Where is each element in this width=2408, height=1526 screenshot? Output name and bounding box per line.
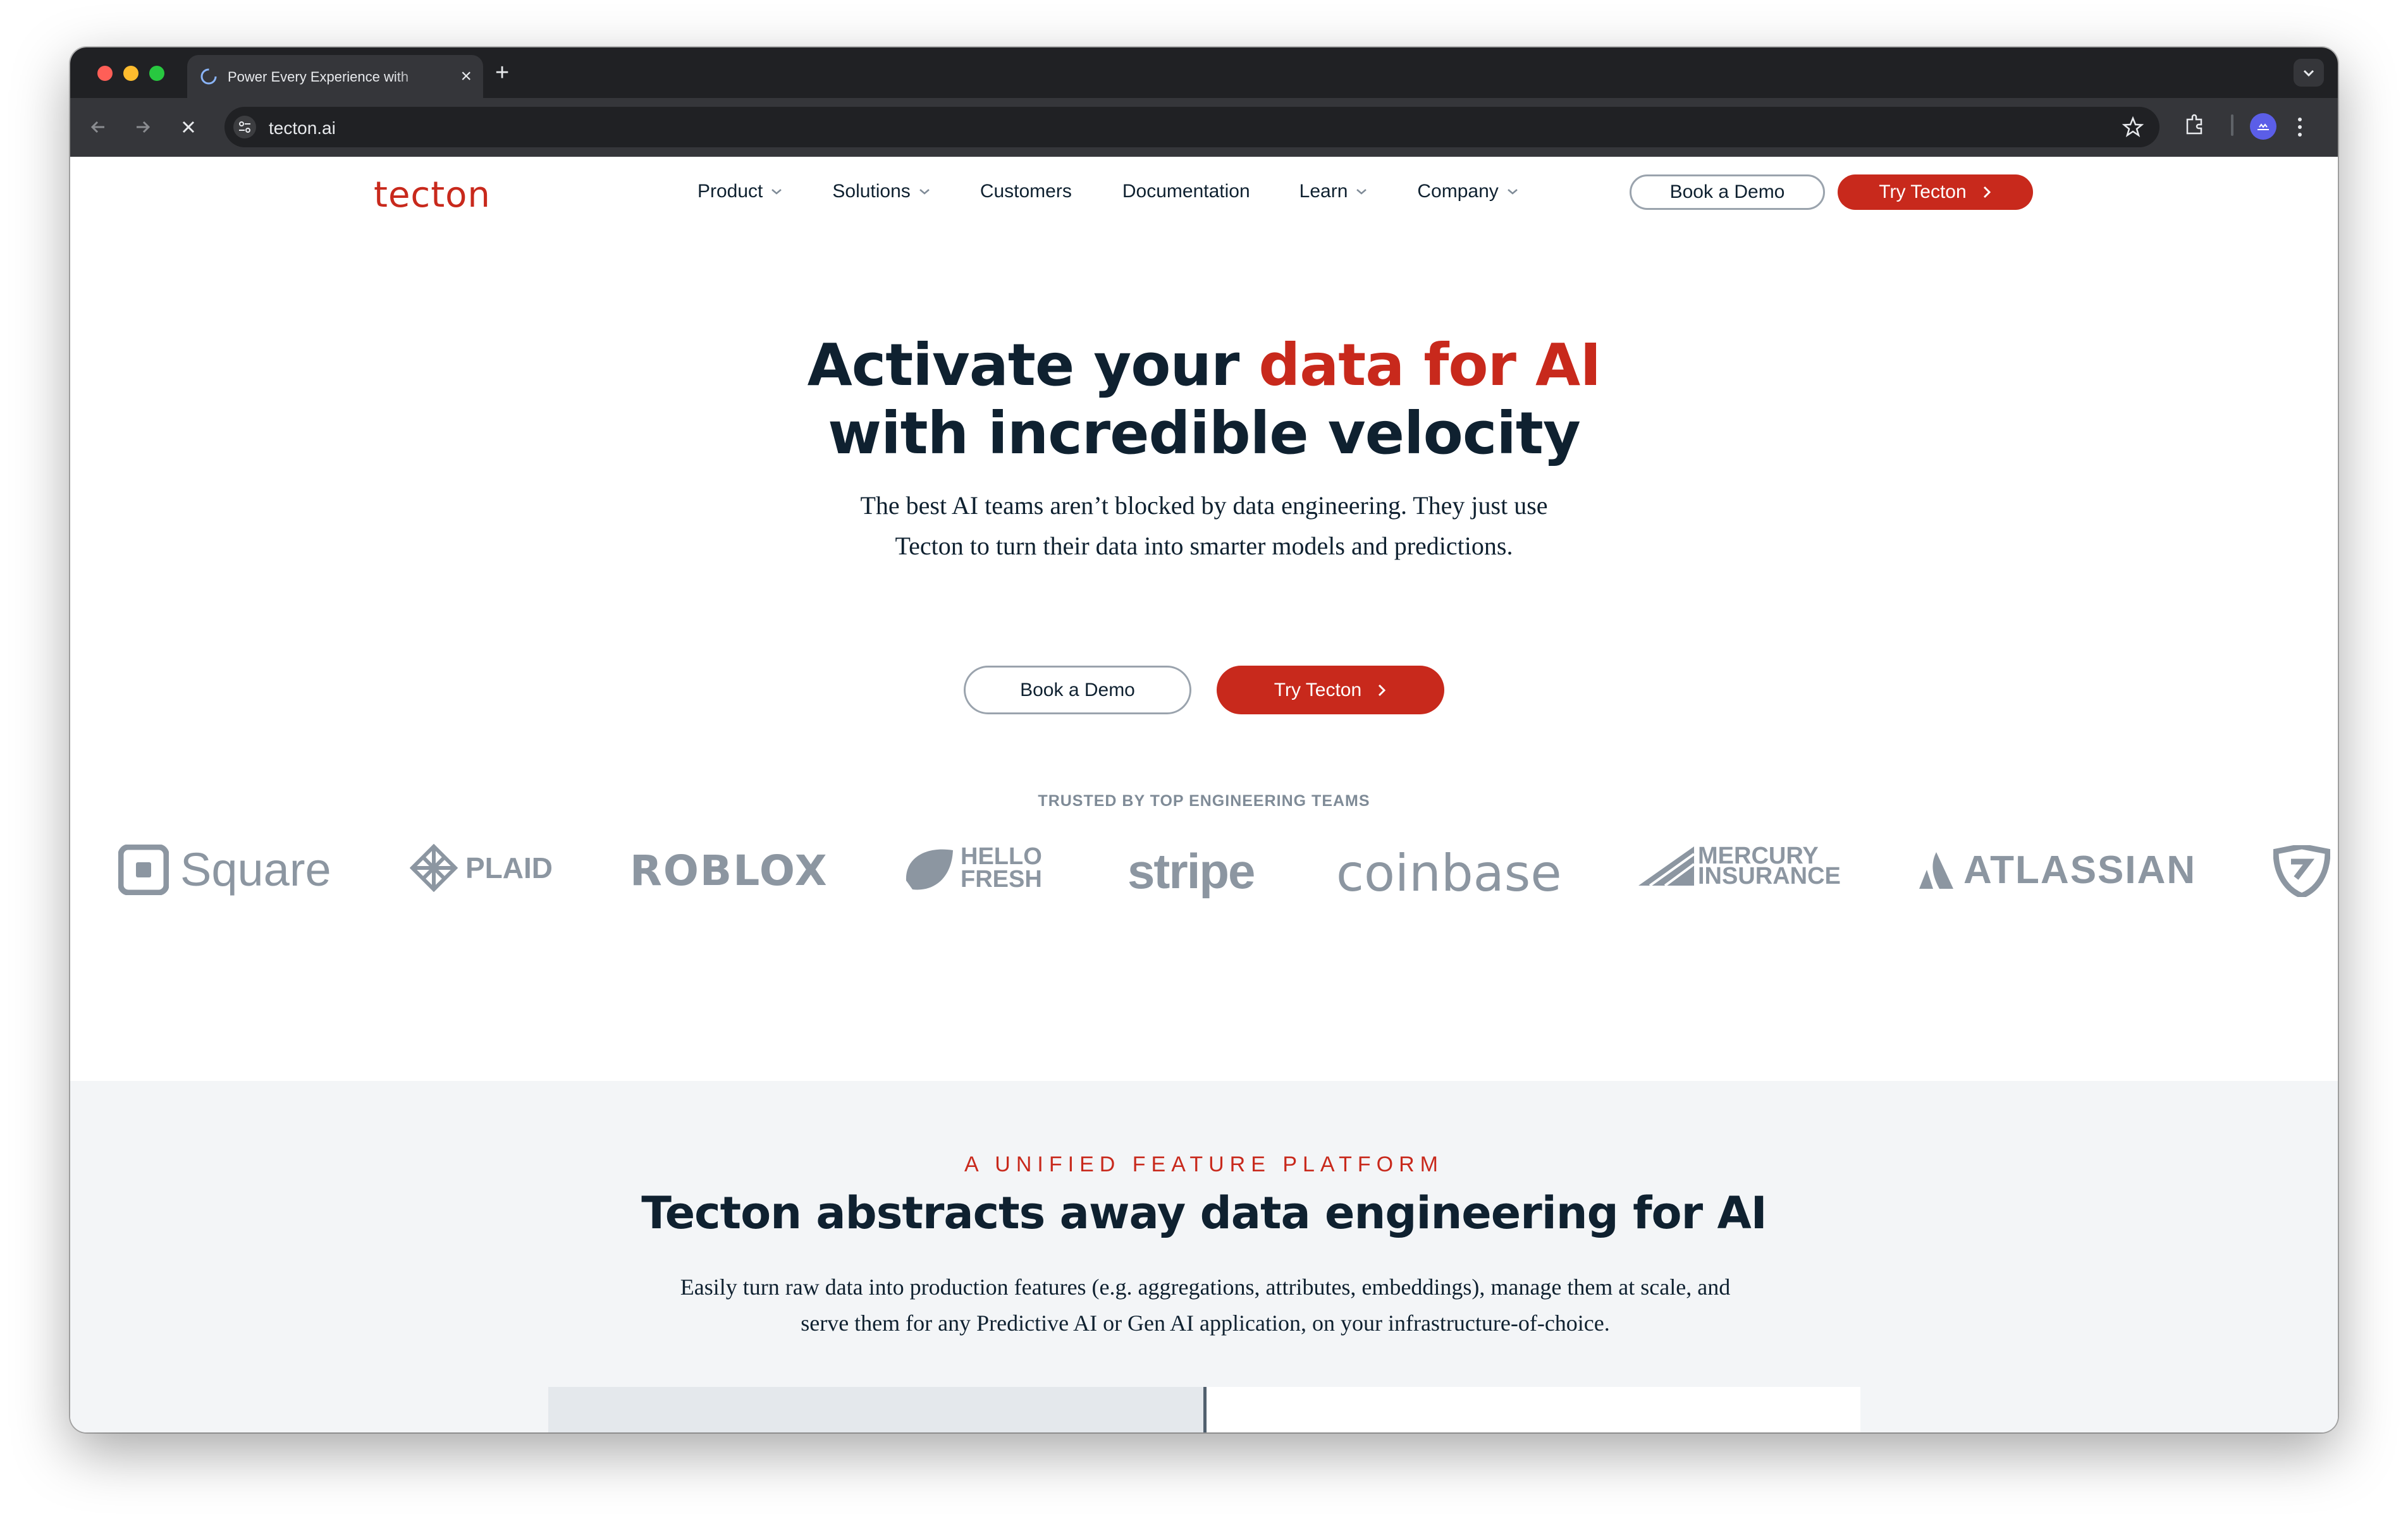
mercury-wing-icon xyxy=(1638,846,1695,887)
address-bar[interactable]: tecton.ai xyxy=(224,107,2159,147)
more-menu-icon[interactable] xyxy=(2295,114,2305,140)
trusted-heading: TRUSTED BY TOP ENGINEERING TEAMS xyxy=(1038,792,1370,810)
roblox-wordmark: ROBLOX xyxy=(630,846,828,895)
chevron-down-icon xyxy=(771,189,782,195)
chevron-right-icon xyxy=(1379,684,1386,696)
nav-label: Product xyxy=(697,181,763,202)
site-settings-icon[interactable] xyxy=(233,116,256,138)
square-wordmark: Square xyxy=(180,843,331,896)
hellofresh-wordmark: HELLO FRESH xyxy=(961,843,1042,893)
plaid-wordmark: PLAID xyxy=(465,852,553,884)
profile-icon xyxy=(2258,123,2269,130)
nav-customers[interactable]: Customers xyxy=(980,181,1072,202)
arrow-right-icon xyxy=(137,121,150,133)
tab-bar: Power Every Experience with × + xyxy=(70,47,2338,98)
nav-solutions[interactable]: Solutions xyxy=(832,181,930,202)
button-label: Try Tecton xyxy=(1879,181,1967,202)
url-text: tecton.ai xyxy=(269,118,336,138)
shield-icon xyxy=(2273,845,2330,897)
atlassian-wordmark: ATLASSIAN xyxy=(1963,848,2197,892)
nav-label: Learn xyxy=(1299,181,1348,202)
roblox-logo: ROBLOX xyxy=(630,846,828,895)
nav-documentation[interactable]: Documentation xyxy=(1122,181,1250,202)
maximize-window-button[interactable] xyxy=(149,66,164,81)
plaid-logo: PLAID xyxy=(410,844,553,892)
arrow-left-icon xyxy=(90,121,104,133)
platform-title: Tecton abstracts away data engineering f… xyxy=(641,1187,1767,1239)
chevron-right-icon xyxy=(1983,186,1991,198)
platform-eyebrow: A UNIFIED FEATURE PLATFORM xyxy=(964,1152,1444,1176)
coinbase-logo: coinbase xyxy=(1336,844,1562,903)
nav-label: Company xyxy=(1417,181,1499,202)
web-page: tecton Product Solutions Customers Docum… xyxy=(70,157,2338,1432)
square-icon xyxy=(118,844,169,895)
nav-product[interactable]: Product xyxy=(697,181,783,202)
extensions-icon[interactable] xyxy=(2182,112,2208,137)
new-tab-button[interactable]: + xyxy=(495,58,509,88)
square-logo: Square xyxy=(118,843,331,896)
minimize-window-button[interactable] xyxy=(123,66,138,81)
tecton-logo[interactable]: tecton xyxy=(374,174,491,216)
browser-window: Power Every Experience with × + tecton.a… xyxy=(70,47,2338,1432)
nav-learn[interactable]: Learn xyxy=(1299,181,1368,202)
browser-toolbar: tecton.ai xyxy=(70,98,2338,157)
chevron-down-icon xyxy=(919,189,930,195)
nav-label: Documentation xyxy=(1122,181,1250,202)
loading-spinner-icon xyxy=(200,68,217,85)
hero-title-line2: with incredible velocity xyxy=(828,400,1581,467)
site-header: tecton Product Solutions Customers Docum… xyxy=(70,157,2338,226)
stripe-wordmark: stripe xyxy=(1127,843,1255,899)
nav-label: Customers xyxy=(980,181,1072,202)
chevron-down-icon xyxy=(2303,70,2314,77)
button-label: Try Tecton xyxy=(1274,679,1362,700)
chevron-down-icon xyxy=(1356,189,1367,195)
hero-try-tecton-button[interactable]: Try Tecton xyxy=(1217,666,1444,714)
mercury-wordmark: MERCURY INSURANCE xyxy=(1698,843,1841,889)
hero-title-part1: Activate your xyxy=(807,331,1259,399)
coinbase-wordmark: coinbase xyxy=(1336,844,1562,903)
platform-panel-left xyxy=(548,1387,1206,1432)
close-icon xyxy=(182,121,195,133)
close-window-button[interactable] xyxy=(97,66,113,81)
platform-description: Easily turn raw data into production fea… xyxy=(680,1274,1731,1336)
nav-label: Solutions xyxy=(832,181,911,202)
customer-logos: Square PLAID ROBLOX HELLO FRESH stripe c… xyxy=(70,836,2338,912)
stripe-logo: stripe xyxy=(1127,843,1255,900)
platform-section xyxy=(70,1081,2338,1432)
shield-logo xyxy=(2273,845,2330,897)
header-book-demo-button[interactable]: Book a Demo xyxy=(1630,174,1825,210)
back-button[interactable] xyxy=(84,113,112,141)
atlassian-icon xyxy=(1919,852,1953,889)
hero-subtitle: The best AI teams aren’t blocked by data… xyxy=(860,491,1548,560)
profile-avatar[interactable] xyxy=(2250,113,2276,140)
chevron-down-icon xyxy=(1507,189,1518,195)
mercury-insurance-logo: MERCURY INSURANCE xyxy=(1637,843,1841,889)
toolbar-divider xyxy=(2231,114,2233,136)
tab-search-button[interactable] xyxy=(2294,59,2324,87)
main-nav: Product Solutions Customers Documentatio… xyxy=(697,181,1519,202)
forward-button[interactable] xyxy=(129,113,157,141)
header-try-tecton-button[interactable]: Try Tecton xyxy=(1838,174,2033,210)
hero-book-demo-button[interactable]: Book a Demo xyxy=(964,666,1191,714)
stop-loading-button[interactable] xyxy=(175,113,202,141)
nav-company[interactable]: Company xyxy=(1417,181,1518,202)
platform-panel-right xyxy=(1207,1387,1860,1432)
hero-title: Activate your data for AI with incredibl… xyxy=(70,331,2338,468)
tab-close-icon[interactable]: × xyxy=(460,65,472,88)
hellofresh-logo: HELLO FRESH xyxy=(900,843,1043,893)
browser-tab[interactable]: Power Every Experience with × xyxy=(187,55,483,98)
hero-title-accent: data for AI xyxy=(1258,331,1601,399)
atlassian-logo: ATLASSIAN xyxy=(1918,848,2196,893)
hellofresh-leaf-icon xyxy=(906,849,953,890)
bookmark-star-icon[interactable] xyxy=(2122,116,2144,138)
tab-title: Power Every Experience with xyxy=(228,69,409,85)
plaid-icon xyxy=(410,844,458,892)
